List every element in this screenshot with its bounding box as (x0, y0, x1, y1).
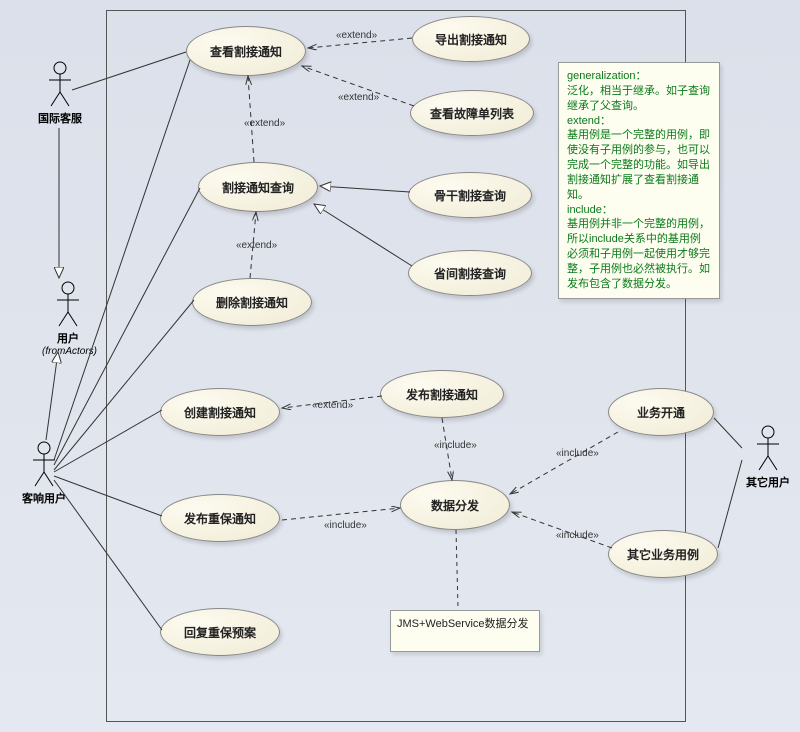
label-extend: «extend» (336, 30, 377, 41)
actor-icon (45, 60, 75, 108)
actor-label: 国际客服 (34, 110, 86, 126)
actor-label: 其它用户 (740, 474, 796, 490)
usecase-export-cut-notice: 导出割接通知 (412, 16, 530, 62)
actor-other-user: 其它用户 (740, 424, 796, 490)
actor-label: 用户 (42, 330, 94, 346)
usecase-backbone-cut-query: 骨干割接查询 (408, 172, 532, 218)
actor-icon (753, 424, 783, 472)
actor-kx-user: 客响用户 (14, 440, 74, 506)
actor-icon (53, 280, 83, 328)
usecase-view-fault-list: 查看故障单列表 (410, 90, 534, 136)
label-extend: «extend» (236, 240, 277, 251)
actor-stereo: (fromActors) (42, 346, 94, 357)
label-include: «include» (556, 448, 599, 459)
usecase-reply-restore-plan: 回复重保预案 (160, 608, 280, 656)
usecase-biz-open: 业务开通 (608, 388, 714, 436)
actor-user: 用户 (fromActors) (42, 280, 94, 357)
usecase-delete-cut-notice: 删除割接通知 (192, 278, 312, 326)
label-include: «include» (324, 520, 367, 531)
label-extend: «extend» (244, 118, 285, 129)
actor-intl-cs: 国际客服 (34, 60, 86, 126)
usecase-view-cut-notice: 查看割接通知 (186, 26, 306, 76)
label-extend: «extend» (338, 92, 379, 103)
actor-label: 客响用户 (14, 490, 74, 506)
label-include: «include» (556, 530, 599, 541)
diagram-canvas: 国际客服 用户 (fromActors) 客响用户 其它 (0, 0, 800, 732)
usecase-cut-notice-query: 割接通知查询 (198, 162, 318, 212)
note-jms: JMS+WebService数据分发 (390, 610, 540, 652)
usecase-publish-cut-notice: 发布割接通知 (380, 370, 504, 418)
note-main: generalization： 泛化，相当于继承。如子查询继承了父查询。 ext… (558, 62, 720, 299)
usecase-create-cut-notice: 创建割接通知 (160, 388, 280, 436)
label-include: «include» (434, 440, 477, 451)
usecase-data-dispatch: 数据分发 (400, 480, 510, 530)
usecase-other-biz: 其它业务用例 (608, 530, 718, 578)
label-extend: «extend» (312, 400, 353, 411)
usecase-province-cut-query: 省间割接查询 (408, 250, 532, 296)
actor-icon (29, 440, 59, 488)
usecase-publish-restore-notice: 发布重保通知 (160, 494, 280, 542)
